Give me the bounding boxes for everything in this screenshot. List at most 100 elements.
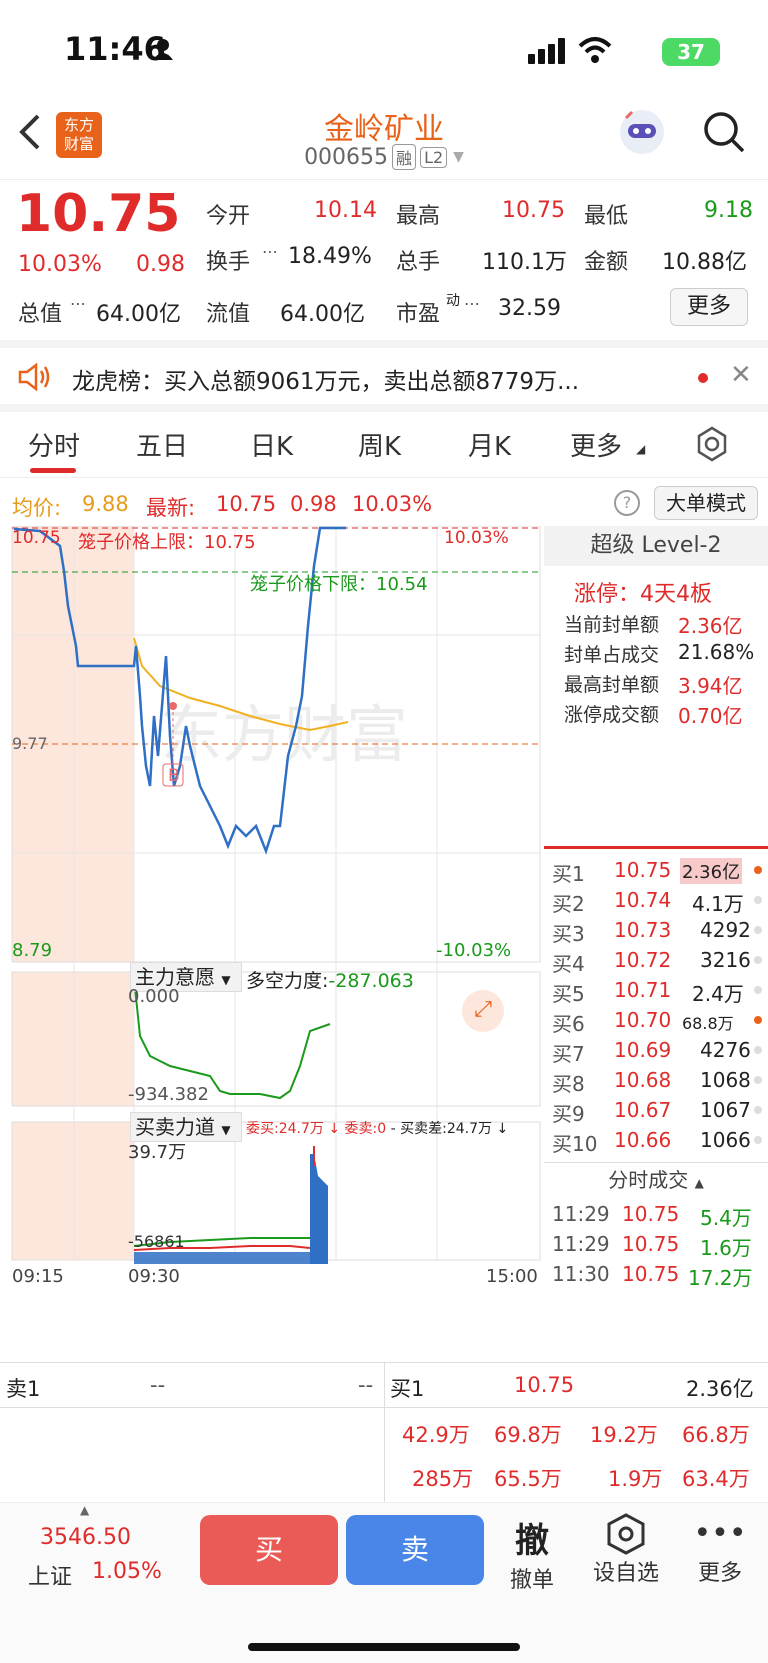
pre-market-shade bbox=[12, 972, 134, 1106]
y-top-left: 10.75 bbox=[12, 528, 61, 548]
sell-button[interactable]: 卖 bbox=[346, 1515, 484, 1585]
stock-header: 东方 财富 金岭矿业 000655 融 L2 ▼ bbox=[0, 100, 768, 180]
chart-tabs: 分时 五日 日K 周K 月K 更多 ◢ bbox=[0, 412, 768, 478]
more-stats-button[interactable]: 更多 bbox=[670, 288, 748, 326]
robot-assistant-icon[interactable] bbox=[618, 108, 666, 156]
status-bar: 11:46 37 bbox=[0, 0, 768, 100]
avg-price-label: 均价: bbox=[12, 496, 62, 520]
limit-up-days: 4天4板 bbox=[640, 582, 713, 607]
high-value: 10.75 bbox=[502, 198, 565, 223]
seal-stat-label: 封单占成交 bbox=[564, 644, 660, 666]
queue-order: 69.8万 bbox=[494, 1423, 562, 1447]
latest-change: 0.98 bbox=[290, 492, 337, 516]
bid-row[interactable]: 买9 10.67 1067 bbox=[552, 1098, 762, 1128]
buy-button[interactable]: 买 bbox=[200, 1515, 338, 1585]
bid-row[interactable]: 买3 10.73 4292 bbox=[552, 918, 762, 948]
margin-tag: 融 bbox=[392, 144, 417, 170]
float-cap-label: 流值 bbox=[206, 302, 251, 327]
high-label: 最高 bbox=[396, 204, 441, 229]
sell1-volume: -- bbox=[358, 1373, 374, 1397]
bid-row[interactable]: 买1 10.75 2.36亿 bbox=[552, 858, 762, 888]
cage-upper-label: 笼子价格上限：10.75 bbox=[78, 532, 256, 553]
watermark: 东方财富 bbox=[160, 698, 408, 771]
level2-title[interactable]: 超级 Level-2 bbox=[544, 526, 768, 566]
market-cap-label: 总值 bbox=[18, 302, 63, 327]
hexagon-target-icon bbox=[607, 1513, 645, 1555]
float-cap-value: 64.00亿 bbox=[280, 302, 365, 327]
tick-row: 11:30 10.75 17.2万 bbox=[552, 1262, 753, 1290]
turnover-value: 18.49% bbox=[288, 244, 372, 269]
corner-arrow-icon: ◢ bbox=[636, 442, 646, 456]
more-menu-button[interactable]: ••• 更多 bbox=[680, 1513, 760, 1587]
pe-value: 32.59 bbox=[498, 296, 561, 321]
seal-stat-value: 2.36亿 bbox=[678, 614, 743, 638]
info-dots-icon[interactable]: ⋯ bbox=[262, 242, 278, 261]
cancel-order-label: 撤单 bbox=[509, 1568, 554, 1593]
change-percent: 10.03% bbox=[18, 252, 102, 277]
bottom-toolbar: ▲ 3546.50 上证 1.05% 买 卖 撤 撤单 设自选 ••• 更多 bbox=[0, 1502, 768, 1663]
seal-stat-value: 21.68% bbox=[678, 640, 755, 664]
order-book-divider bbox=[544, 846, 768, 849]
index-percent[interactable]: 1.05% bbox=[92, 1559, 162, 1584]
open-value: 10.14 bbox=[314, 198, 377, 223]
dragon-tiger-banner[interactable]: 龙虎榜：买入总额9061万元，卖出总额8779万... ✕ bbox=[0, 340, 768, 412]
tab-weekly-k[interactable]: 周K bbox=[358, 426, 401, 463]
diff-bars bbox=[134, 1252, 310, 1264]
tab-more[interactable]: 更多 bbox=[570, 426, 622, 463]
stock-code: 000655 bbox=[304, 144, 389, 170]
sell1-price: -- bbox=[150, 1373, 166, 1397]
tick-row: 11:29 10.75 1.6万 bbox=[552, 1232, 752, 1260]
intraday-chart[interactable]: 东方财富 B 10.75 笼子价格上限：10.75 10.03% 笼子价格下限：… bbox=[10, 525, 542, 1356]
queue-order: 65.5万 bbox=[494, 1467, 562, 1491]
seal-stat-value: 3.94亿 bbox=[678, 674, 743, 698]
tab-intraday[interactable]: 分时 bbox=[28, 426, 80, 463]
add-watchlist-button[interactable]: 设自选 bbox=[586, 1513, 666, 1587]
info-dots-icon[interactable]: ⋯ bbox=[70, 294, 86, 313]
indicator2-y-top: 39.7万 bbox=[128, 1142, 187, 1163]
more-menu-label: 更多 bbox=[697, 1561, 742, 1586]
pe-label: 市盈 bbox=[396, 302, 441, 327]
bid-row[interactable]: 买10 10.66 1066 bbox=[552, 1128, 762, 1158]
cancel-order-button[interactable]: 撤 撤单 bbox=[492, 1513, 572, 1594]
tab-five-day[interactable]: 五日 bbox=[136, 426, 188, 463]
bid-row[interactable]: 买5 10.71 2.4万 bbox=[552, 978, 762, 1008]
buy1-price: 10.75 bbox=[514, 1373, 575, 1397]
bid-row[interactable]: 买2 10.74 4.1万 bbox=[552, 888, 762, 918]
divider bbox=[0, 1407, 768, 1408]
latest-price: 10.75 bbox=[216, 492, 277, 516]
tab-monthly-k[interactable]: 月K bbox=[468, 426, 511, 463]
sell1-label: 卖1 bbox=[6, 1377, 41, 1401]
change-amount: 0.98 bbox=[136, 252, 185, 277]
bid-row[interactable]: 买7 10.69 4276 bbox=[552, 1038, 762, 1068]
search-icon[interactable] bbox=[702, 110, 746, 154]
amount-label: 金额 bbox=[584, 250, 629, 275]
info-dots-icon[interactable]: ⋯ bbox=[464, 294, 480, 313]
tick-trades-header[interactable]: 分时成交 ▲ bbox=[544, 1162, 768, 1196]
add-watchlist-label: 设自选 bbox=[592, 1561, 659, 1586]
bid-row[interactable]: 买4 10.72 3216 bbox=[552, 948, 762, 978]
caret-up-icon: ▲ bbox=[80, 1503, 90, 1517]
gear-icon[interactable] bbox=[694, 426, 730, 462]
help-icon[interactable]: ? bbox=[614, 490, 640, 516]
level2-panel: 超级 Level-2 涨停：4天4板 当前封单额 2.36亿 封单占成交 21.… bbox=[544, 526, 768, 1356]
turnover-label: 换手 bbox=[206, 250, 251, 275]
bid-row[interactable]: 买8 10.68 1068 bbox=[552, 1068, 762, 1098]
index-value[interactable]: 3546.50 bbox=[40, 1525, 131, 1550]
indicator2-legend: 委买:24.7万 ↓ 委卖:0 - 买卖差:24.7万 ↓ bbox=[246, 1121, 509, 1137]
expand-icon[interactable]: ⤢ bbox=[462, 990, 504, 1032]
person-icon bbox=[153, 39, 173, 60]
queue-order: 19.2万 bbox=[590, 1423, 658, 1447]
tab-daily-k[interactable]: 日K bbox=[250, 426, 293, 463]
market-cap-value: 64.00亿 bbox=[96, 302, 181, 327]
low-label: 最低 bbox=[584, 204, 629, 229]
bid-row[interactable]: 买6 10.70 68.8万 bbox=[552, 1008, 762, 1038]
force-value: -287.063 bbox=[328, 970, 414, 992]
big-order-mode-button[interactable]: 大单模式 bbox=[654, 486, 758, 520]
pe-superscript: 动 bbox=[446, 293, 460, 309]
index-name[interactable]: 上证 bbox=[28, 1559, 72, 1591]
low-value: 9.18 bbox=[704, 198, 753, 223]
tab-active-indicator bbox=[30, 468, 76, 473]
amount-value: 10.88亿 bbox=[662, 250, 747, 275]
close-icon[interactable]: ✕ bbox=[730, 360, 752, 390]
b-marker-label: B bbox=[168, 766, 180, 786]
